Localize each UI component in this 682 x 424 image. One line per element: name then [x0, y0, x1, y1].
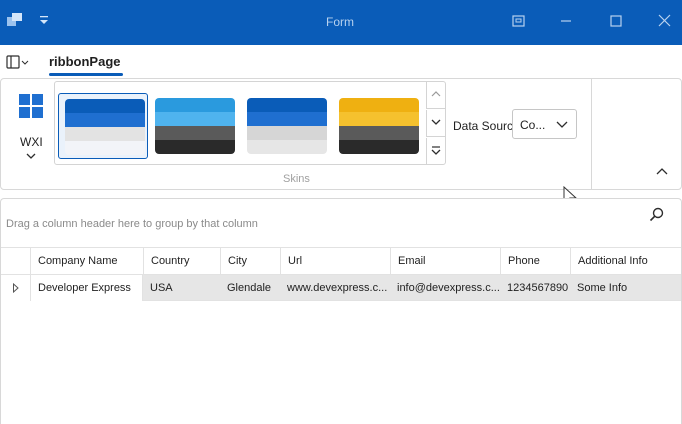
cell-url[interactable]: www.devexpress.c... — [280, 275, 390, 301]
tab-ribbon-page[interactable]: ribbonPage — [49, 54, 121, 69]
cell-phone[interactable]: 1234567890 — [500, 275, 570, 301]
maximize-button[interactable] — [601, 8, 631, 34]
skin-gallery-item-3[interactable] — [241, 93, 331, 159]
table-row[interactable]: Developer Express USA Glendale www.devex… — [1, 275, 681, 301]
quick-access-dropdown-icon[interactable] — [37, 12, 51, 28]
close-button[interactable] — [650, 8, 680, 34]
column-header-country[interactable]: Country — [143, 248, 220, 275]
skins-group-label: Skins — [283, 173, 310, 185]
collapse-ribbon-button[interactable] — [653, 165, 671, 179]
cell-city[interactable]: Glendale — [220, 275, 280, 301]
chevron-down-icon[interactable] — [26, 149, 36, 159]
header-indicator — [1, 248, 30, 275]
gallery-scroll-up-button[interactable] — [426, 82, 445, 109]
skin-swatch — [65, 99, 145, 155]
chevron-down-icon — [556, 121, 568, 128]
skin-swatch — [155, 98, 235, 154]
column-header-additional-info[interactable]: Additional Info — [570, 248, 681, 275]
data-grid: Drag a column header here to group by th… — [0, 198, 682, 424]
title-bar: Form — [0, 0, 682, 45]
cell-country[interactable]: USA — [143, 275, 220, 301]
expand-row-icon — [13, 283, 19, 293]
group-panel[interactable]: Drag a column header here to group by th… — [1, 199, 681, 246]
ribbon-page-content: WXI Data Source Co... Skins — [0, 78, 682, 190]
data-source-label: Data Source — [453, 119, 520, 133]
skin-gallery-item-4[interactable] — [333, 93, 423, 159]
cell-company-name[interactable]: Developer Express — [30, 275, 143, 301]
group-panel-hint: Drag a column header here to group by th… — [6, 218, 258, 230]
application-menu-button[interactable] — [6, 54, 30, 70]
cell-additional-info[interactable]: Some Info — [570, 275, 681, 301]
tab-window-icon[interactable] — [503, 8, 533, 34]
column-header-company-name[interactable]: Company Name — [30, 248, 143, 275]
window-title: Form — [326, 15, 354, 29]
active-tab-indicator — [49, 73, 123, 76]
gallery-scroll-down-button[interactable] — [426, 110, 445, 137]
column-header-email[interactable]: Email — [390, 248, 500, 275]
column-header-url[interactable]: Url — [280, 248, 390, 275]
windows-logo-icon[interactable] — [19, 94, 43, 118]
app-icon — [7, 12, 23, 28]
data-source-value: Co... — [520, 118, 546, 132]
skin-gallery-item-1[interactable] — [58, 93, 148, 159]
column-header-city[interactable]: City — [220, 248, 280, 275]
skin-swatch — [247, 98, 327, 154]
skin-gallery — [54, 81, 446, 165]
data-source-dropdown[interactable]: Co... — [512, 109, 577, 139]
skin-swatch — [339, 98, 419, 154]
search-icon[interactable] — [649, 207, 665, 223]
cell-email[interactable]: info@devexpress.c... — [390, 275, 500, 301]
column-header-phone[interactable]: Phone — [500, 248, 570, 275]
gallery-expand-button[interactable] — [426, 138, 445, 165]
minimize-button[interactable] — [551, 8, 581, 34]
ribbon-header: ribbonPage — [0, 45, 682, 78]
skin-button-label[interactable]: WXI — [20, 135, 43, 149]
ribbon-separator — [591, 79, 592, 189]
column-header-row: Company Name Country City Url Email Phon… — [1, 247, 681, 275]
skin-gallery-item-2[interactable] — [149, 93, 239, 159]
row-indicator[interactable] — [1, 275, 30, 301]
